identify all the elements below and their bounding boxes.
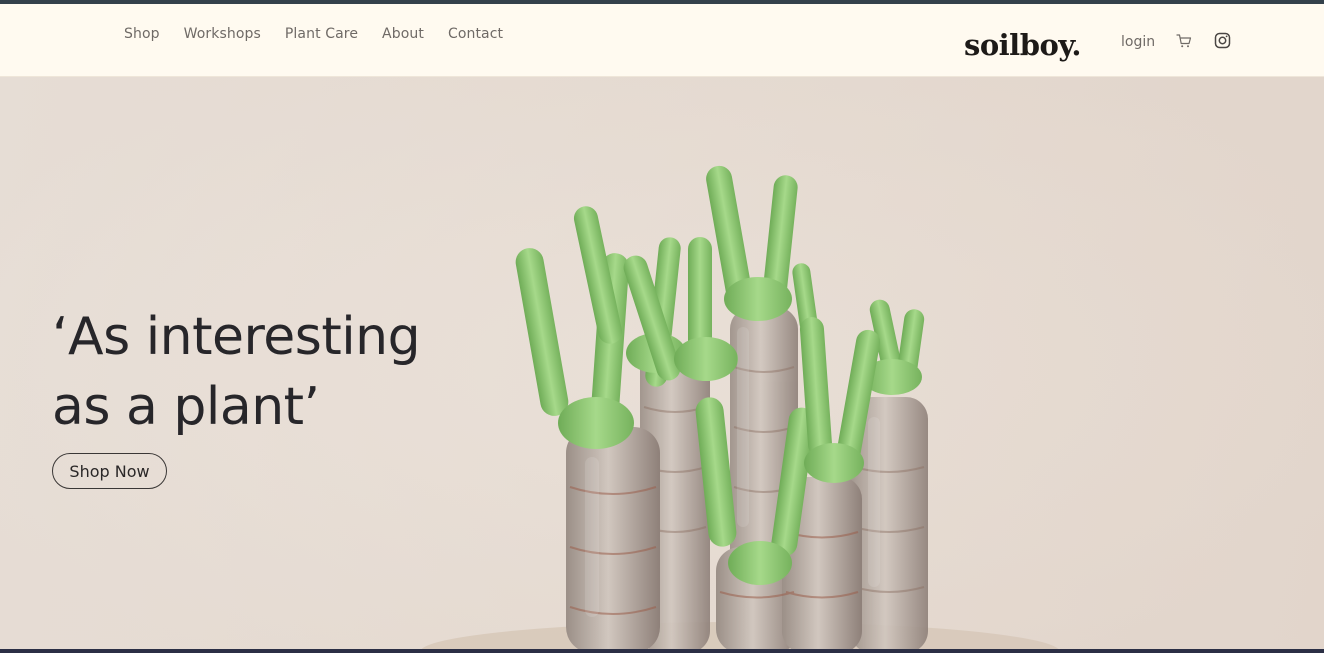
hero-headline: ‘As interesting as a plant’ bbox=[52, 302, 421, 442]
hero-headline-line-1: ‘As interesting bbox=[52, 307, 421, 367]
nav-link-about[interactable]: About bbox=[382, 26, 424, 42]
page: Shop Workshops Plant Care About Contact … bbox=[0, 0, 1324, 653]
nav-link-workshops[interactable]: Workshops bbox=[184, 26, 261, 42]
cart-icon[interactable] bbox=[1176, 33, 1192, 49]
brand-logo[interactable]: soilboy. bbox=[964, 28, 1081, 62]
top-navbar: Shop Workshops Plant Care About Contact … bbox=[0, 4, 1324, 77]
hero-headline-line-2: as a plant’ bbox=[52, 377, 320, 437]
instagram-icon[interactable] bbox=[1214, 32, 1231, 49]
nav-link-shop[interactable]: Shop bbox=[124, 26, 160, 42]
nav-link-plant-care[interactable]: Plant Care bbox=[285, 26, 358, 42]
login-link[interactable]: login bbox=[1121, 34, 1155, 50]
shop-now-button[interactable]: Shop Now bbox=[52, 453, 167, 489]
hero-section: ‘As interesting as a plant’ Shop Now bbox=[0, 77, 1324, 649]
main-nav: Shop Workshops Plant Care About Contact bbox=[124, 26, 527, 42]
nav-link-contact[interactable]: Contact bbox=[448, 26, 503, 42]
